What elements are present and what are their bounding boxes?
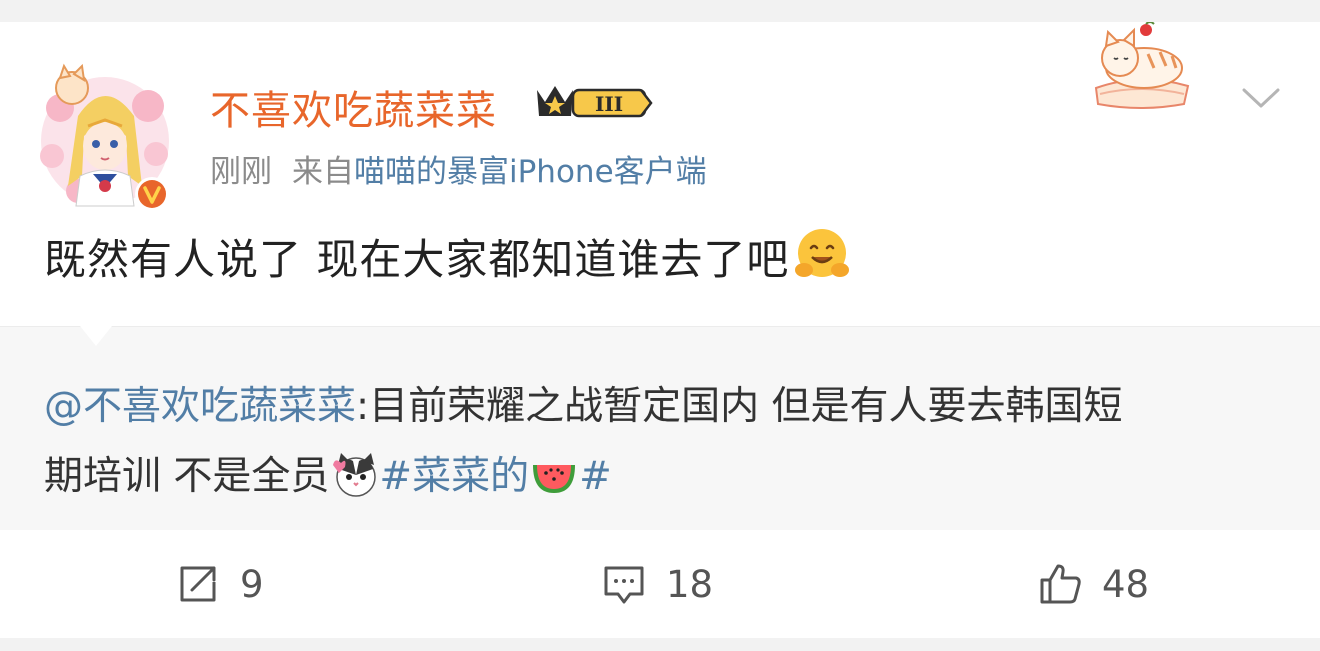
post-body: 既然有人说了 现在大家都知道谁去了吧 <box>44 226 851 287</box>
repost-count: 9 <box>240 562 264 606</box>
post-time: 刚刚 <box>210 154 272 190</box>
vip-level-text: III <box>595 92 623 116</box>
topic-tag-suffix[interactable]: # <box>579 454 612 499</box>
post-meta: 刚刚 来自喵喵的暴富iPhone客户端 <box>210 146 707 191</box>
author-name[interactable]: 不喜欢吃蔬菜菜 <box>210 78 497 136</box>
like-count: 48 <box>1102 562 1150 606</box>
bottom-separator <box>0 638 1320 651</box>
comment-button[interactable]: 18 <box>602 560 713 608</box>
post-card: 不喜欢吃蔬菜菜 III 刚刚 来自喵喵的暴富iPhone客户端 既然有人说了 现在… <box>0 22 1320 638</box>
thumbs-up-icon <box>1040 564 1081 604</box>
repost-line-2: 期培训 不是全员 #菜菜的 # <box>44 445 612 501</box>
repost-icon <box>180 566 216 602</box>
source-prefix: 来自 <box>292 154 354 190</box>
repost-line-1: @不喜欢吃蔬菜菜:目前荣耀之战暂定国内 但是有人要去韩国短 <box>44 375 1123 431</box>
vip-crown-badge-icon[interactable]: III <box>533 82 655 122</box>
comment-icon <box>604 566 644 604</box>
watermelon-emoji <box>533 465 576 493</box>
post-text: 既然有人说了 现在大家都知道谁去了吧 <box>44 235 790 284</box>
like-button[interactable]: 48 <box>1038 560 1149 608</box>
decorative-cat-sticker <box>1094 22 1190 109</box>
post-source-link[interactable]: 喵喵的暴富iPhone客户端 <box>354 154 707 190</box>
chevron-down-icon[interactable] <box>1240 82 1282 112</box>
repost-mention-link[interactable]: @不喜欢吃蔬菜菜 <box>44 384 356 429</box>
cat-face-emoji <box>333 453 377 497</box>
topic-tag-prefix[interactable]: #菜菜的 <box>379 454 529 499</box>
action-bar: 9 18 48 <box>0 530 1320 638</box>
hugging-face-emoji <box>795 229 850 277</box>
quote-notch <box>80 326 112 346</box>
repost-text-part-2: 期培训 不是全员 <box>44 454 330 499</box>
repost-button[interactable]: 9 <box>176 560 264 608</box>
repost-quote[interactable]: @不喜欢吃蔬菜菜:目前荣耀之战暂定国内 但是有人要去韩国短 期培训 不是全员 #… <box>0 326 1320 531</box>
comment-count: 18 <box>666 562 714 606</box>
avatar[interactable] <box>38 46 172 216</box>
repost-text-part-1: :目前荣耀之战暂定国内 但是有人要去韩国短 <box>356 384 1123 429</box>
verified-badge-icon <box>135 177 169 211</box>
